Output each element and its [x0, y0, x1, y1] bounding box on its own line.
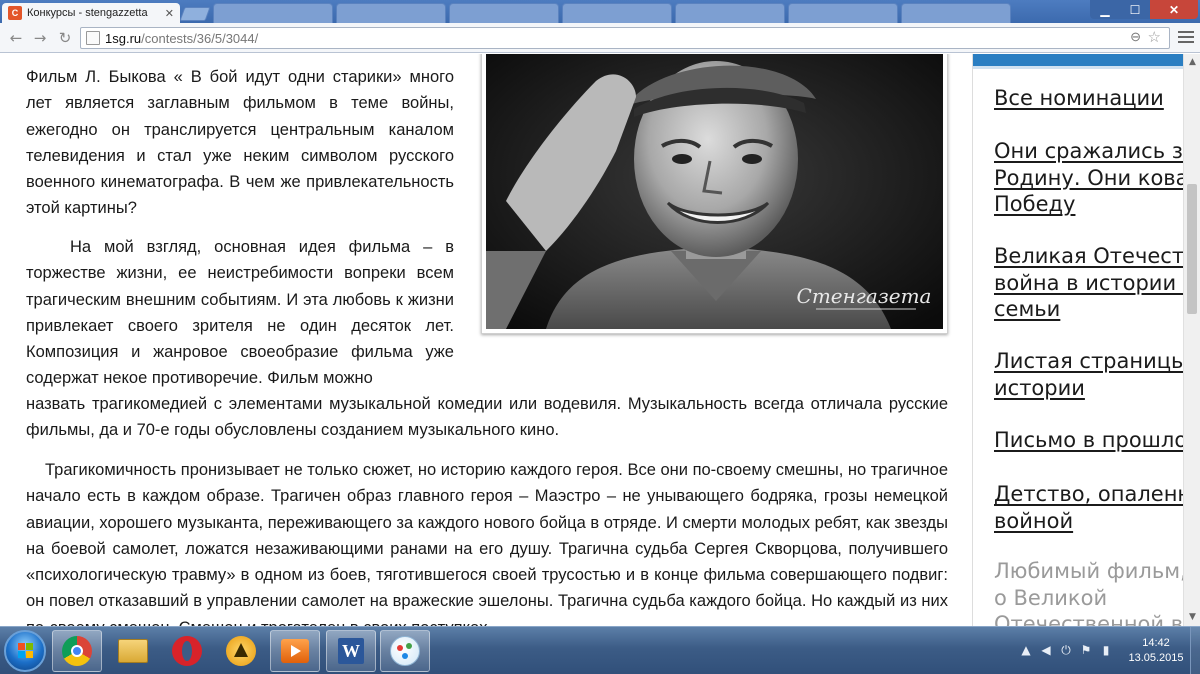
- hamburger-menu-icon[interactable]: [1178, 31, 1194, 45]
- file-explorer-icon[interactable]: [108, 630, 158, 672]
- tab-background-7[interactable]: [901, 3, 1011, 23]
- tab-background-1[interactable]: [213, 3, 333, 23]
- sidebar-link-all-nominations[interactable]: Все номинации: [994, 85, 1183, 112]
- flag-icon[interactable]: ⚑: [1078, 642, 1094, 658]
- close-icon[interactable]: ✕: [1150, 0, 1198, 19]
- tab-background-6[interactable]: [788, 3, 898, 23]
- sidebar-link-favorite-film[interactable]: Любимый фильм, книга о Великой Отечестве…: [994, 558, 1183, 626]
- system-clock[interactable]: 14:42 13.05.2015: [1124, 636, 1188, 666]
- tab-background-5[interactable]: [675, 3, 785, 23]
- power-icon[interactable]: ⏻: [1058, 642, 1074, 658]
- sidebar-link-history-pages[interactable]: Листая страницы истории: [994, 348, 1183, 401]
- soldier-saluting-photo: Стенгазета: [486, 54, 943, 329]
- network-icon[interactable]: ▮: [1098, 642, 1114, 658]
- site-favicon: С: [8, 6, 22, 20]
- tab-background-2[interactable]: [336, 3, 446, 23]
- star-icon[interactable]: ☆: [1148, 28, 1161, 46]
- tray-expand-icon[interactable]: ▲: [1018, 642, 1034, 658]
- new-tab-button[interactable]: [179, 7, 211, 21]
- article-photo: Стенгазета: [481, 54, 948, 334]
- forward-arrow-icon[interactable]: →: [30, 28, 50, 48]
- photo-watermark: Стенгазета: [797, 284, 932, 308]
- article-paragraph-1: Фильм Л. Быкова « В бой идут одни старик…: [26, 68, 454, 218]
- minimize-icon[interactable]: ▁: [1090, 0, 1120, 19]
- sidebar-link-childhood-war[interactable]: Детство, опаленное войной: [994, 481, 1183, 534]
- article: Стенгазета Фильм Л. Быкова « В бой идут …: [0, 54, 970, 626]
- show-desktop-button[interactable]: [1190, 627, 1200, 674]
- page-icon: [86, 31, 100, 45]
- tab-active[interactable]: С Конкурсы - stengazzetta ✕: [2, 3, 180, 23]
- nominations-sidebar: Все номинации Они сражались за Родину. О…: [973, 54, 1183, 626]
- sidebar-link-great-patriotic-war-family[interactable]: Великая Отечественная война в истории мо…: [994, 243, 1183, 323]
- chrome-icon[interactable]: [52, 630, 102, 672]
- tab-background-3[interactable]: [449, 3, 559, 23]
- tab-background-4[interactable]: [562, 3, 672, 23]
- windows-taskbar: W ▲ ◀ ⏻ ⚑ ▮ 14:42 13.05.2015: [0, 626, 1200, 674]
- paint-icon[interactable]: [380, 630, 430, 672]
- sidebar-link-letter-to-past[interactable]: Письмо в прошлое: [994, 427, 1183, 454]
- start-button[interactable]: [4, 630, 46, 672]
- url-path: /contests/36/5/3044/: [141, 30, 259, 46]
- word-icon[interactable]: W: [326, 630, 376, 672]
- page-viewport: Стенгазета Фильм Л. Быкова « В бой идут …: [0, 54, 1200, 626]
- clock-date: 13.05.2015: [1128, 652, 1184, 664]
- address-bar[interactable]: 1sg.ru/contests/36/5/3044/ ⊖ ☆: [80, 27, 1170, 49]
- media-player-icon[interactable]: [270, 630, 320, 672]
- aimp-icon[interactable]: [216, 630, 266, 672]
- tab-title: Конкурсы - stengazzetta: [27, 7, 148, 19]
- article-paragraph-2: На мой взгляд, основная идея фильма – в …: [26, 238, 454, 388]
- back-arrow-icon[interactable]: ←: [6, 28, 26, 48]
- zoom-icon[interactable]: ⊖: [1130, 29, 1141, 45]
- page-scrollbar[interactable]: ▲ ▼: [1183, 54, 1200, 626]
- windows-logo-icon: [18, 643, 34, 659]
- scroll-down-icon[interactable]: ▼: [1184, 609, 1200, 626]
- tab-strip: С Конкурсы - stengazzetta ✕ ▁ ☐ ✕: [0, 0, 1200, 23]
- article-paragraph-2-continued: назвать трагикомедией с элементами музык…: [26, 395, 948, 440]
- browser-toolbar: ← → ↻ 1sg.ru/contests/36/5/3044/ ⊖ ☆: [0, 23, 1200, 53]
- scroll-up-icon[interactable]: ▲: [1184, 54, 1200, 71]
- reload-icon[interactable]: ↻: [55, 28, 75, 48]
- volume-icon[interactable]: ◀: [1038, 642, 1054, 658]
- tab-close-icon[interactable]: ✕: [161, 7, 174, 20]
- article-paragraph-3: Трагикомичность пронизывает не только сю…: [26, 461, 948, 626]
- sidebar-link-they-fought[interactable]: Они сражались за Родину. Они ковали Побе…: [994, 138, 1183, 218]
- scroll-thumb[interactable]: [1187, 184, 1197, 314]
- sidebar-header-bar: [973, 54, 1183, 69]
- opera-icon[interactable]: [162, 630, 212, 672]
- maximize-icon[interactable]: ☐: [1120, 0, 1150, 19]
- clock-time: 14:42: [1142, 637, 1170, 649]
- url-host: 1sg.ru: [105, 30, 142, 46]
